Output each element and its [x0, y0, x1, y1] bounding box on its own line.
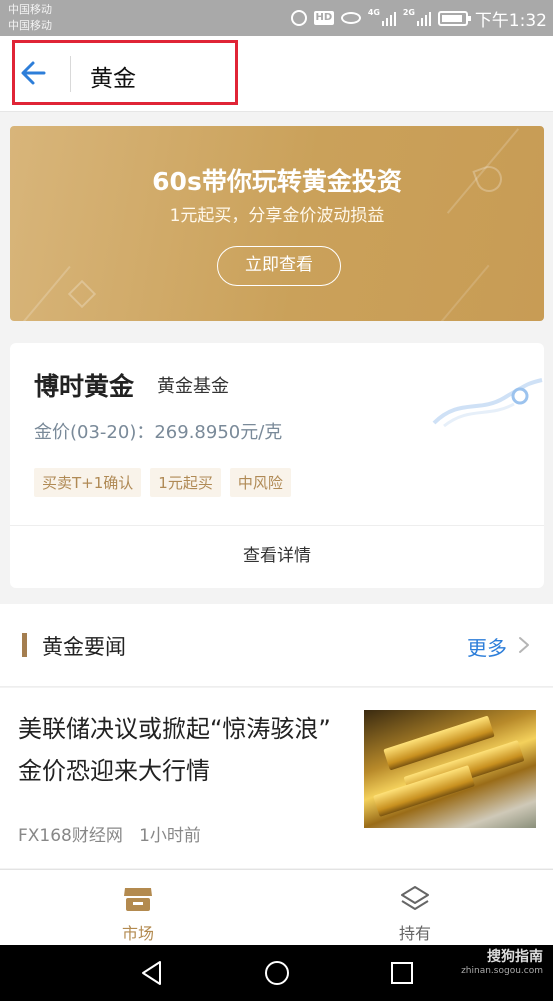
- watermark: 搜狗指南 zhinan.sogou.com: [461, 946, 543, 976]
- fund-tag: 1元起买: [150, 468, 221, 497]
- page-title: 黄金: [90, 66, 136, 92]
- tab-market[interactable]: 市场: [0, 870, 276, 946]
- carrier-label-2: 中国移动: [8, 19, 52, 32]
- gold-price: 金价(03-20)：269.8950元/克: [34, 422, 283, 443]
- tab-holdings[interactable]: 持有: [277, 870, 553, 946]
- system-nav-bar: 搜狗指南 zhinan.sogou.com: [0, 945, 553, 1001]
- trend-wave-icon: [432, 378, 543, 428]
- fund-tags: 买卖T+1确认 1元起买 中风险: [34, 468, 291, 497]
- watermark-title: 搜狗指南: [487, 949, 543, 965]
- arrow-left-icon[interactable]: [20, 60, 46, 86]
- network-type-1: 4G: [367, 8, 380, 17]
- alarm-icon: [290, 10, 307, 26]
- news-time: 1小时前: [139, 826, 201, 846]
- news-item[interactable]: 美联储决议或掀起“惊涛骇浪” 金价恐迎来大行情 FX168财经网 1小时前: [0, 688, 553, 868]
- layers-icon: [401, 886, 429, 910]
- news-source: FX168财经网: [18, 826, 123, 846]
- signal-icon-2: 2G: [402, 8, 431, 26]
- fund-tag: 买卖T+1确认: [34, 468, 142, 497]
- app-header: 黄金: [0, 36, 553, 112]
- status-icons: HD 4G 2G 下午1:32: [290, 7, 547, 31]
- banner-subtitle: 1元起买，分享金价波动损益: [169, 206, 385, 226]
- network-type-2: 2G: [402, 8, 415, 17]
- more-link[interactable]: 更多: [467, 632, 507, 661]
- promo-banner[interactable]: 60s带你玩转黄金投资 1元起买，分享金价波动损益 立即查看: [10, 126, 544, 321]
- status-time: 下午1:32: [474, 10, 547, 31]
- hd-icon: HD: [313, 11, 334, 25]
- battery-icon: [437, 10, 471, 26]
- decor-line: [436, 264, 490, 321]
- news-title[interactable]: 美联储决议或掀起“惊涛骇浪” 金价恐迎来大行情: [18, 708, 338, 792]
- tab-label: 市场: [121, 924, 154, 943]
- fund-type: 黄金基金: [157, 376, 229, 397]
- store-icon: [124, 888, 152, 911]
- view-details-button[interactable]: 查看详情: [10, 525, 544, 588]
- watermark-url: zhinan.sogou.com: [461, 966, 543, 976]
- tab-label: 持有: [398, 924, 431, 943]
- chevron-right-icon[interactable]: [515, 636, 533, 654]
- fund-tag: 中风险: [229, 468, 291, 497]
- signal-icon-1: 4G: [367, 8, 396, 26]
- fund-name: 博时黄金: [34, 372, 135, 401]
- section-accent-bar: [22, 633, 27, 657]
- fund-card[interactable]: 博时黄金 黄金基金 金价(03-20)：269.8950元/克 买卖T+1确认 …: [10, 343, 544, 588]
- nav-recent-icon[interactable]: [388, 959, 416, 987]
- view-now-button[interactable]: 立即查看: [217, 246, 341, 286]
- news-meta: FX168财经网 1小时前: [18, 821, 201, 846]
- news-section-title: 黄金要闻: [42, 635, 126, 659]
- nav-back-icon[interactable]: [138, 959, 166, 987]
- news-section-header: 黄金要闻 更多: [0, 604, 553, 687]
- decor-diamond: [67, 279, 97, 309]
- bottom-tab-bar: 市场 持有: [0, 869, 553, 945]
- eye-comfort-icon: [340, 12, 361, 24]
- status-bar: 中国移动 中国移动 HD 4G 2G 下午1:32: [0, 0, 553, 36]
- header-divider: [70, 56, 71, 92]
- decor-line: [11, 265, 71, 321]
- news-thumbnail[interactable]: [364, 710, 536, 828]
- banner-title: 60s带你玩转黄金投资: [152, 167, 402, 196]
- nav-home-icon[interactable]: [263, 959, 291, 987]
- carrier-label-1: 中国移动: [8, 3, 52, 16]
